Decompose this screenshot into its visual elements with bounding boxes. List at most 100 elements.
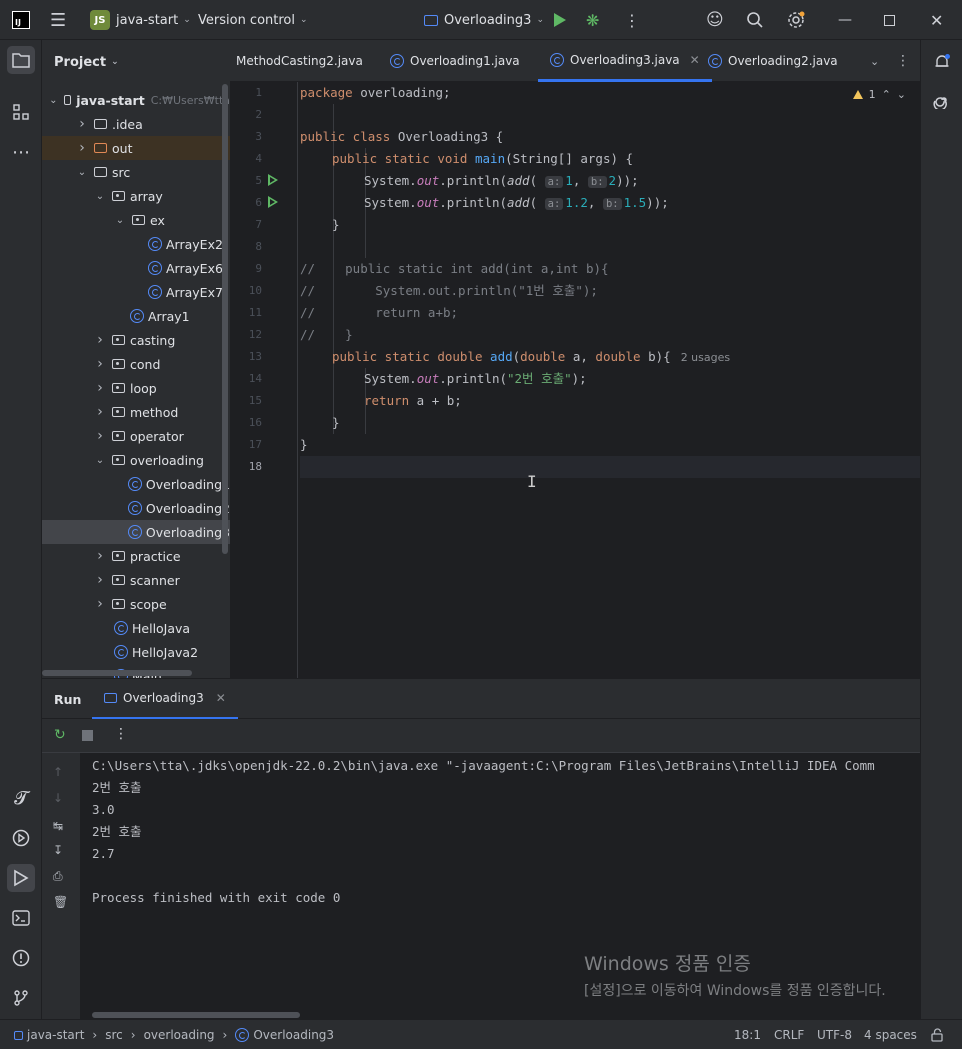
- file-encoding[interactable]: UTF-8: [817, 1020, 852, 1049]
- tab-more-button[interactable]: ⋮: [896, 40, 910, 82]
- tree-item-out[interactable]: › out: [42, 136, 230, 160]
- git-tool-button[interactable]: [7, 984, 35, 1012]
- run-class-gutter-icon[interactable]: [268, 174, 278, 186]
- rerun-icon[interactable]: ↻: [54, 727, 66, 743]
- line-ending[interactable]: CRLF: [774, 1020, 804, 1049]
- trash-icon[interactable]: 🗑: [53, 895, 68, 909]
- debug-button[interactable]: ❋: [586, 0, 599, 40]
- tree-item-ex[interactable]: ⌄ ex: [42, 208, 230, 232]
- chevron-right-icon[interactable]: ›: [94, 356, 106, 372]
- tree-item-arrayex2[interactable]: ArrayEx2: [42, 232, 230, 256]
- project-vertical-scrollbar[interactable]: [222, 84, 228, 554]
- close-tab-icon[interactable]: ✕: [216, 691, 226, 705]
- run-button[interactable]: [554, 0, 566, 40]
- tab-methodcasting2[interactable]: MethodCasting2.java: [236, 40, 363, 82]
- breadcrumb-item[interactable]: src: [105, 1028, 123, 1042]
- usages-hint[interactable]: 2 usages: [681, 351, 730, 364]
- more-vertical-icon[interactable]: ⋮: [114, 726, 128, 742]
- chevron-right-icon[interactable]: ›: [94, 572, 106, 588]
- close-tab-icon[interactable]: ✕: [690, 53, 700, 67]
- close-button[interactable]: ✕: [930, 0, 943, 40]
- chevron-right-icon[interactable]: ›: [94, 596, 106, 612]
- chevron-down-icon[interactable]: ⌄: [49, 95, 57, 106]
- tree-item-arrayex6[interactable]: ArrayEx6: [42, 256, 230, 280]
- tab-overloading2[interactable]: Overloading2.java: [708, 40, 838, 82]
- tree-item-overloading3[interactable]: Overloading3: [42, 520, 230, 544]
- problems-tool-button[interactable]: [7, 944, 35, 972]
- chevron-down-icon[interactable]: ⌄: [76, 167, 88, 178]
- run-tool-button[interactable]: [7, 864, 35, 892]
- minimize-button[interactable]: —: [838, 0, 852, 40]
- chevron-right-icon[interactable]: ›: [94, 380, 106, 396]
- print-icon[interactable]: ⎙: [53, 869, 63, 884]
- vcs-selector[interactable]: Version control ⌄: [198, 0, 308, 40]
- breadcrumb-item[interactable]: Overloading3: [253, 1028, 334, 1042]
- tree-item-java-start[interactable]: ⌄ java-start C:₩Users₩tta: [42, 88, 230, 112]
- tree-item-hellojava[interactable]: HelloJava: [42, 616, 230, 640]
- tree-item-loop[interactable]: › loop: [42, 376, 230, 400]
- tree-item-hellojava2[interactable]: HelloJava2: [42, 640, 230, 664]
- tree-item-cond[interactable]: › cond: [42, 352, 230, 376]
- soft-wrap-icon[interactable]: ↹: [53, 819, 63, 833]
- main-menu-icon[interactable]: ☰: [50, 0, 66, 40]
- project-horizontal-scrollbar[interactable]: [42, 670, 192, 676]
- tree-item-practice[interactable]: › practice: [42, 544, 230, 568]
- indent-setting[interactable]: 4 spaces: [864, 1020, 917, 1049]
- chevron-right-icon[interactable]: ›: [76, 140, 88, 156]
- tree-item--idea[interactable]: › .idea: [42, 112, 230, 136]
- tree-item-overloading2[interactable]: Overloading2: [42, 496, 230, 520]
- tree-item-scope[interactable]: › scope: [42, 592, 230, 616]
- tab-overloading1[interactable]: Overloading1.java: [390, 40, 520, 82]
- chevron-right-icon[interactable]: ›: [76, 116, 88, 132]
- structure-tool-button[interactable]: [7, 98, 35, 126]
- stop-icon[interactable]: [82, 730, 93, 741]
- breadcrumb-item[interactable]: overloading: [144, 1028, 215, 1042]
- chevron-up-icon[interactable]: ⌃: [882, 88, 891, 101]
- tree-item-src[interactable]: ⌄ src: [42, 160, 230, 184]
- run-config-selector[interactable]: Overloading3 ⌄: [424, 0, 544, 40]
- breadcrumb-item[interactable]: java-start: [27, 1028, 84, 1042]
- chevron-down-icon[interactable]: ⌄: [897, 88, 906, 101]
- cursor-position[interactable]: 18:1: [734, 1020, 761, 1049]
- tree-item-scanner[interactable]: › scanner: [42, 568, 230, 592]
- notifications-button[interactable]: [928, 48, 956, 76]
- tree-item-overloading1[interactable]: Overloading1: [42, 472, 230, 496]
- tab-overloading3[interactable]: Overloading3.java ✕: [538, 40, 712, 82]
- tree-item-operator[interactable]: › operator: [42, 424, 230, 448]
- tree-item-array1[interactable]: Array1: [42, 304, 230, 328]
- lock-icon[interactable]: [930, 1020, 944, 1049]
- add-user-button[interactable]: ☺: [706, 0, 724, 40]
- chevron-right-icon[interactable]: ›: [94, 332, 106, 348]
- run-main-gutter-icon[interactable]: [268, 196, 278, 208]
- code-area[interactable]: package overloading; public class Overlo…: [300, 82, 920, 678]
- run-tab-overloading3[interactable]: Overloading3 ✕: [92, 679, 238, 719]
- inspection-widget[interactable]: 1 ⌃ ⌄: [852, 88, 906, 101]
- services-tool-button[interactable]: [7, 824, 35, 852]
- chevron-right-icon[interactable]: ›: [94, 404, 106, 420]
- more-tools-button[interactable]: ⋯: [7, 138, 35, 166]
- ai-assistant-button[interactable]: [928, 86, 956, 114]
- console-output[interactable]: C:\Users\tta\.jdks\openjdk-22.0.2\bin\ja…: [80, 753, 920, 1020]
- maximize-button[interactable]: [884, 0, 895, 40]
- tree-item-arrayex7[interactable]: ArrayEx7: [42, 280, 230, 304]
- chevron-right-icon[interactable]: ›: [94, 548, 106, 564]
- settings-button[interactable]: [786, 0, 806, 40]
- project-tool-button[interactable]: [7, 46, 35, 74]
- console-horizontal-scrollbar[interactable]: [92, 1012, 300, 1018]
- chevron-down-icon[interactable]: ⌄: [94, 191, 106, 202]
- app-logo-icon[interactable]: IJ: [12, 0, 30, 40]
- build-tool-button[interactable]: 𝓣: [7, 784, 35, 812]
- tab-list-button[interactable]: ⌄: [870, 40, 879, 82]
- terminal-tool-button[interactable]: [7, 904, 35, 932]
- chevron-down-icon[interactable]: ⌄: [94, 455, 106, 466]
- tree-item-method[interactable]: › method: [42, 400, 230, 424]
- project-selector[interactable]: JS java-start ⌄: [90, 0, 191, 40]
- search-button[interactable]: [746, 0, 764, 40]
- more-actions-button[interactable]: ⋮: [624, 0, 640, 40]
- scroll-to-end-icon[interactable]: ↧: [53, 843, 63, 857]
- tree-item-casting[interactable]: › casting: [42, 328, 230, 352]
- chevron-right-icon[interactable]: ›: [94, 428, 106, 444]
- chevron-down-icon[interactable]: ⌄: [114, 215, 126, 226]
- tree-item-overloading[interactable]: ⌄ overloading: [42, 448, 230, 472]
- arrow-up-icon[interactable]: ↑: [53, 765, 63, 779]
